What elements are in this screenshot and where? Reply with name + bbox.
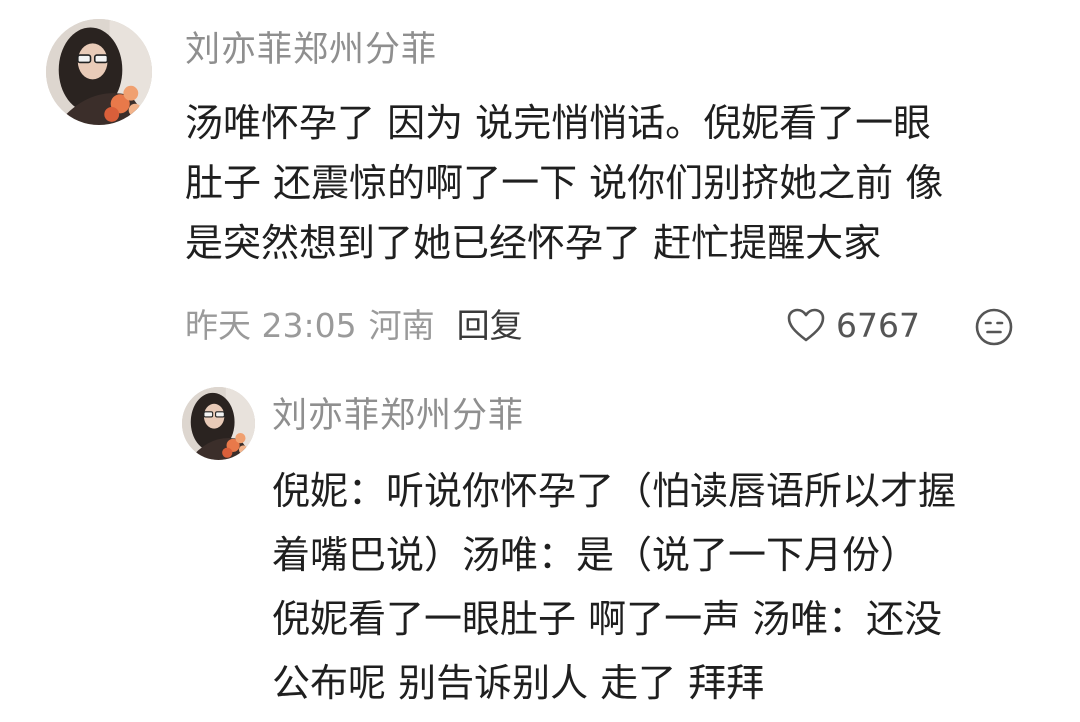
reply-text: 倪妮：听说你怀孕了（怕读唇语所以才握 着嘴巴说）汤唯：是（说了一下月份） 倪妮看… [272, 459, 956, 715]
avatar[interactable] [46, 19, 152, 125]
heart-outline-icon [787, 308, 825, 341]
comment-location: 河南 [368, 306, 435, 345]
reply-line: 着嘴巴说）汤唯：是（说了一下月份） [272, 533, 919, 577]
reply-line: 倪妮看了一眼肚子 啊了一声 汤唯：还没 [272, 597, 943, 641]
reply-line: 倪妮：听说你怀孕了（怕读唇语所以才握 [272, 469, 957, 513]
comment-line: 肚子 还震惊的啊了一下 说你们别挤她之前 像 [185, 161, 944, 205]
comment-meta: 昨天 23:05 河南 回复 [185, 303, 523, 349]
avatar-image [46, 19, 152, 125]
comment-line: 汤唯怀孕了 因为 说完悄悄话。倪妮看了一眼 [185, 101, 932, 145]
reply-button[interactable]: 回复 [457, 306, 523, 345]
like-button[interactable]: 6767 [786, 303, 920, 349]
reply-avatar[interactable] [182, 387, 255, 460]
reply-line: 公布呢 别告诉别人 走了 拜拜 [272, 661, 765, 705]
smiley-face-icon [975, 308, 1013, 346]
emoji-button[interactable] [974, 307, 1014, 347]
avatar-image [182, 387, 255, 460]
comment-username[interactable]: 刘亦菲郑州分菲 [185, 30, 437, 70]
comment-time: 昨天 23:05 [185, 306, 357, 345]
reply-username[interactable]: 刘亦菲郑州分菲 [272, 396, 524, 436]
comment-text: 汤唯怀孕了 因为 说完悄悄话。倪妮看了一眼 肚子 还震惊的啊了一下 说你们别挤她… [185, 93, 943, 273]
like-count: 6767 [836, 306, 920, 345]
comment-line: 是突然想到了她已经怀孕了 赶忙提醒大家 [185, 221, 882, 265]
